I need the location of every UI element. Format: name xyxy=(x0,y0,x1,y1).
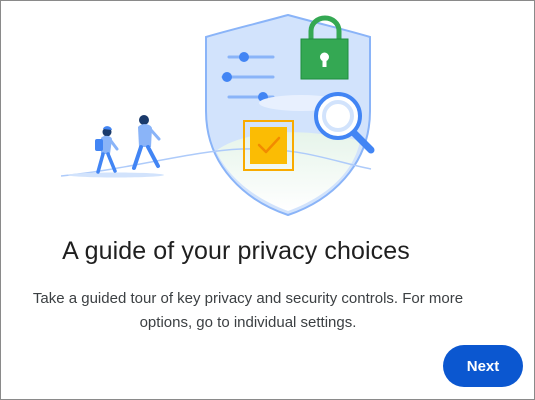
privacy-guide-dialog: A guide of your privacy choices Take a g… xyxy=(0,0,535,400)
dialog-description: Take a guided tour of key privacy and se… xyxy=(32,290,464,331)
privacy-shield-illustration xyxy=(60,13,375,217)
dialog-title: A guide of your privacy choices xyxy=(62,237,410,265)
people-walking-illustration xyxy=(95,115,161,174)
next-button[interactable]: Next xyxy=(443,345,523,387)
checkbox-icon xyxy=(243,120,294,171)
